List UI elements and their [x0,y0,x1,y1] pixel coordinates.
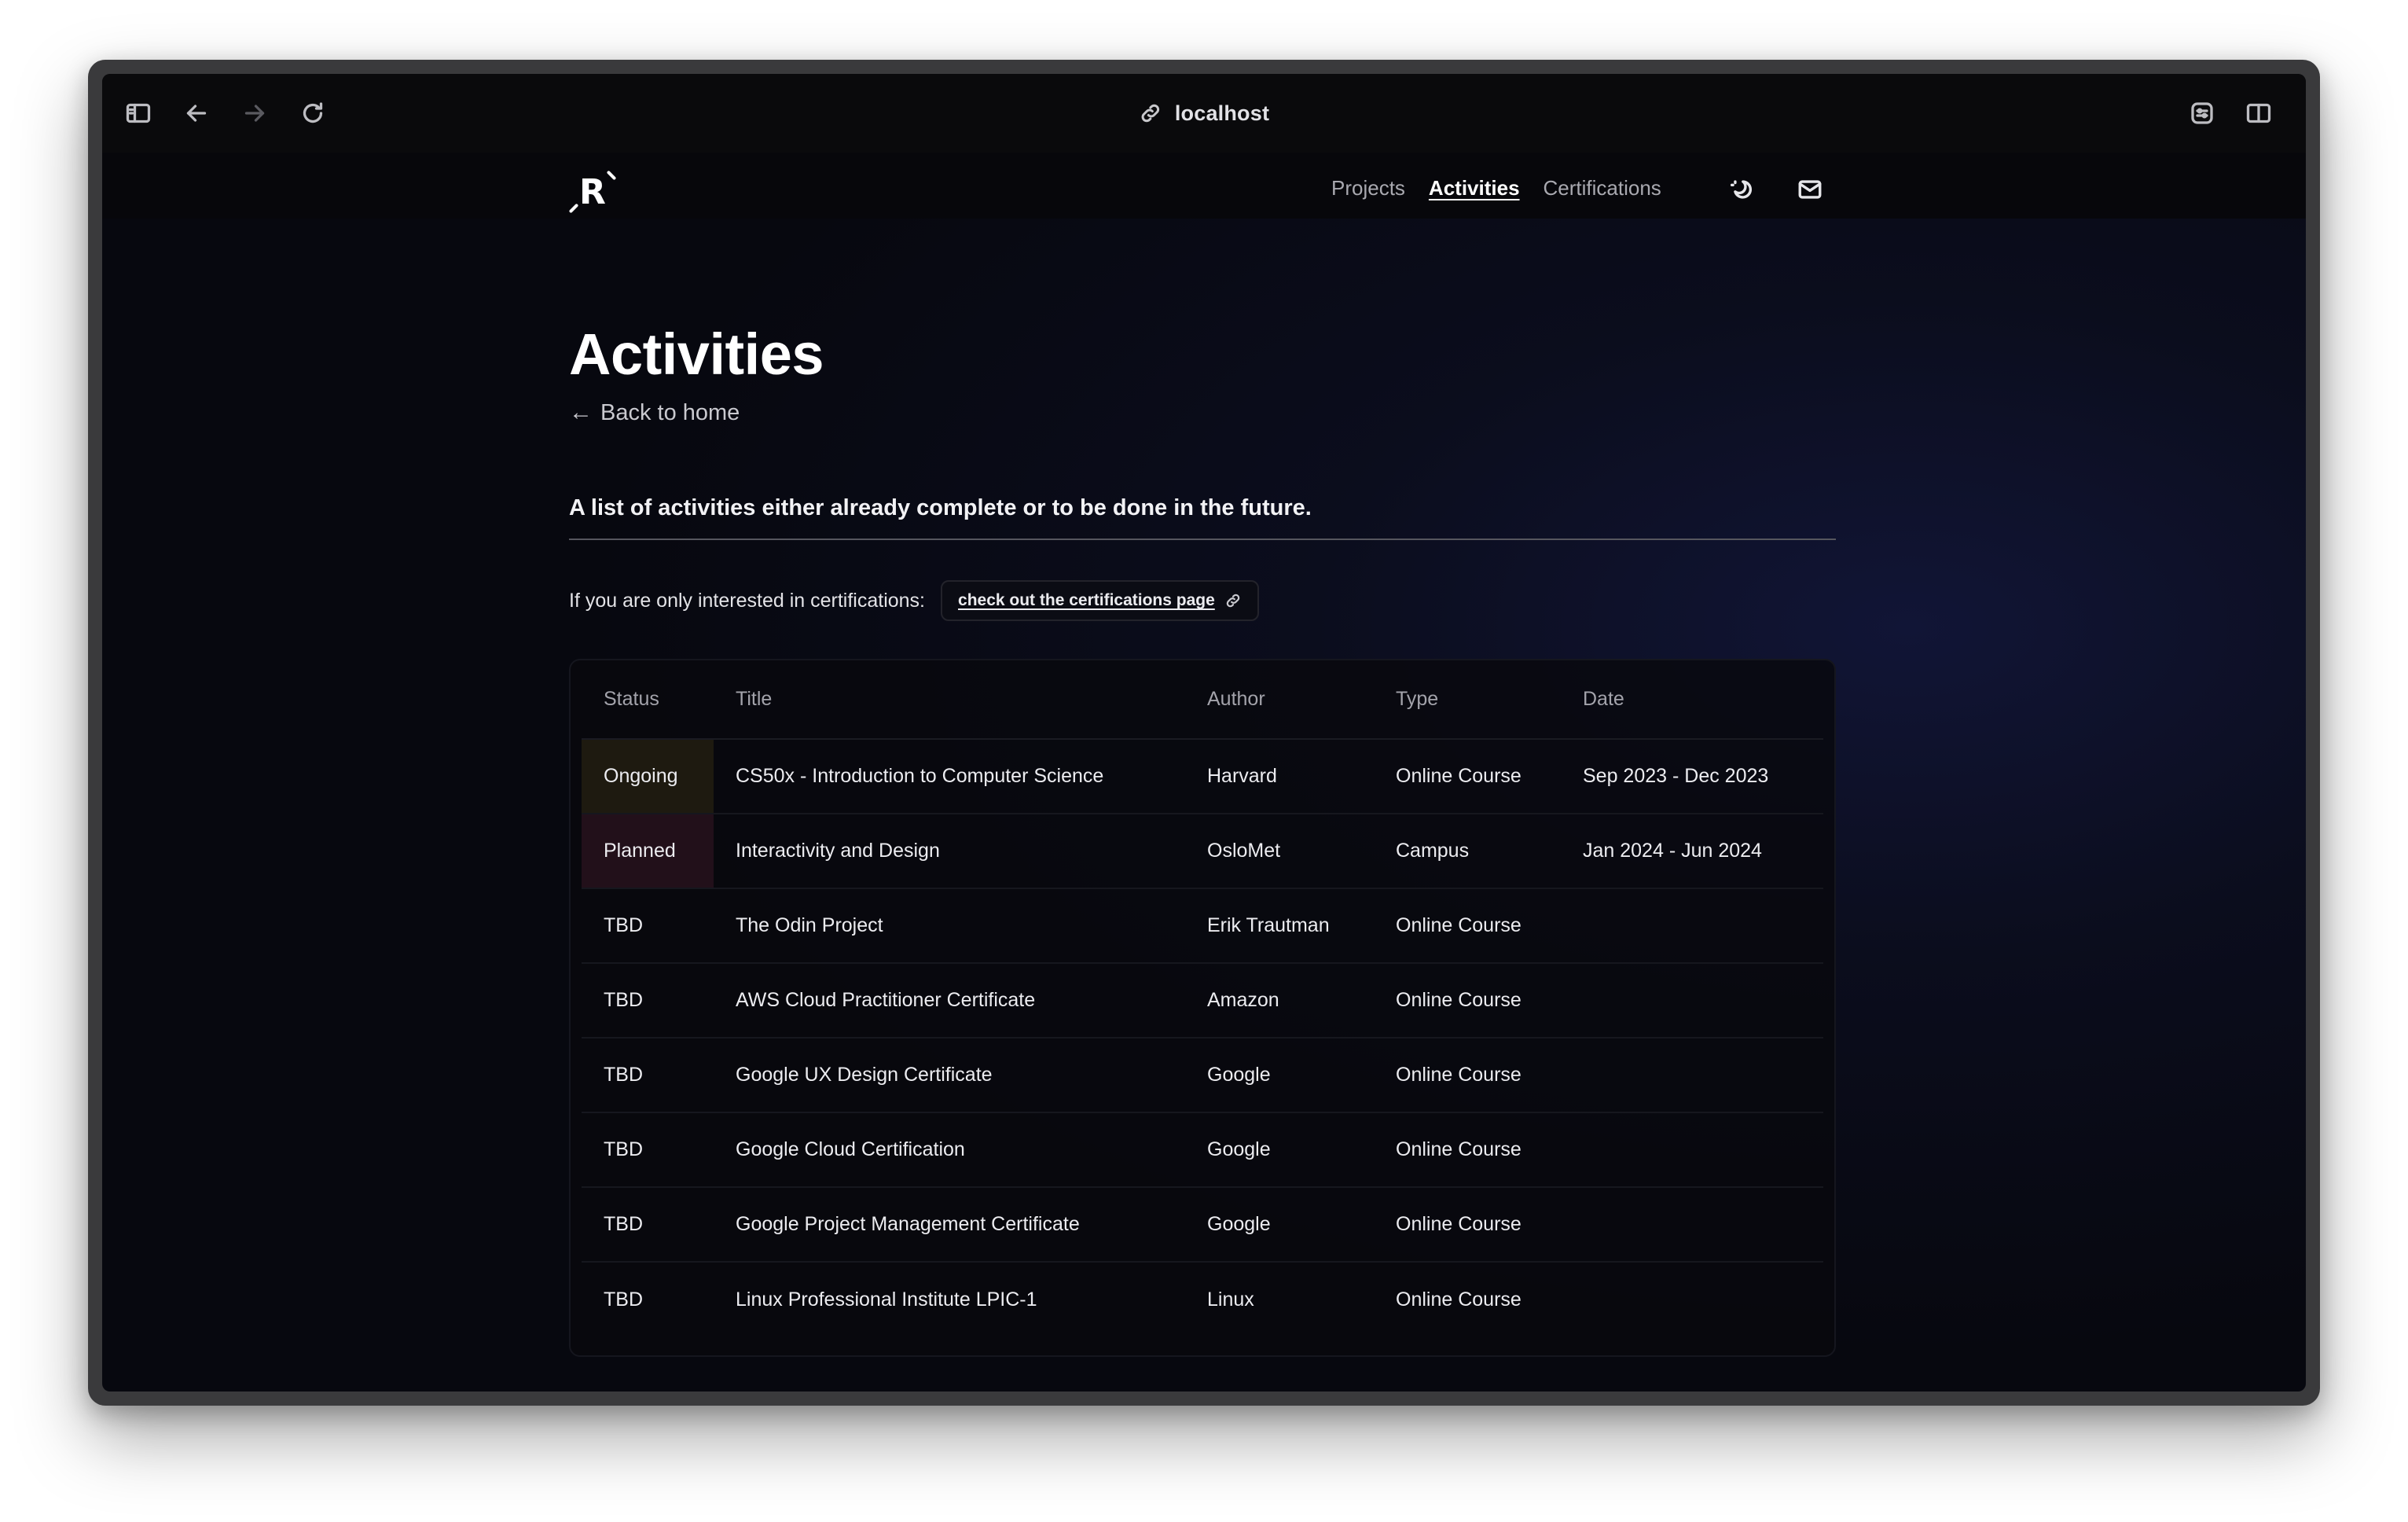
logo-tick [606,170,617,181]
status-cell: Ongoing [582,739,714,814]
address-bar[interactable]: localhost [1139,96,1269,131]
status-cell: TBD [604,1288,643,1311]
status-cell: TBD [582,888,714,964]
title-cell: Google Cloud Certification [714,1112,1185,1188]
header-type: Type [1374,660,1561,740]
nav-certifications[interactable]: Certifications [1544,176,1661,200]
status-cell: TBD [582,963,714,1039]
type-cell: Online Course [1396,1288,1522,1311]
author-cell: Linux [1207,1288,1254,1311]
header-title: Title [714,660,1185,740]
left-arrow-icon: ← [569,399,593,425]
table-row: TBD Google UX Design Certificate Google … [582,1038,1823,1113]
address-text: localhost [1174,101,1270,125]
table-row: TBD Google Project Management Certificat… [582,1187,1823,1263]
date-cell [1561,963,1823,1039]
theme-toggle-icon[interactable] [1724,173,1757,206]
main-nav: Projects Activities Certifications [1331,176,1661,200]
lead-text: A list of activities either already comp… [569,495,1836,540]
activities-table: Status Title Author Type Date Ongoing CS… [582,660,1823,1336]
type-cell: Online Course [1374,963,1561,1039]
logo-tick [568,203,579,214]
table-row: Ongoing CS50x - Introduction to Computer… [582,739,1823,814]
type-cell: Online Course [1374,739,1561,814]
table-row: TBD Linux Professional Institute LPIC-1 … [582,1262,1823,1336]
title-cell: Google UX Design Certificate [714,1038,1185,1113]
table-row: TBD AWS Cloud Practitioner Certificate A… [582,963,1823,1039]
certifications-page-link[interactable]: check out the certifications page [941,580,1259,621]
table-header-row: Status Title Author Type Date [582,660,1823,740]
title-cell: Interactivity and Design [714,814,1185,889]
author-cell: Erik Trautman [1185,888,1374,964]
browser-window: localhost R Projects Activities Certific… [88,60,2320,1406]
forward-arrow-icon[interactable] [237,96,272,131]
status-cell: TBD [582,1112,714,1188]
nav-projects[interactable]: Projects [1331,176,1405,200]
date-cell [1561,1187,1823,1263]
status-cell: TBD [582,1038,714,1113]
link-icon [1141,104,1160,123]
page-title: Activities [569,322,824,387]
browser-viewport: localhost R Projects Activities Certific… [102,74,2306,1391]
date-cell [1561,1112,1823,1188]
title-cell: CS50x - Introduction to Computer Science [714,739,1185,814]
title-cell: The Odin Project [714,888,1185,964]
cert-prompt: If you are only interested in certificat… [569,589,926,612]
table-row: Planned Interactivity and Design OsloMet… [582,814,1823,889]
date-cell: Sep 2023 - Dec 2023 [1561,739,1823,814]
browser-toolbar: localhost [102,74,2306,153]
nav-activities[interactable]: Activities [1429,176,1520,200]
table-row: TBD Google Cloud Certification Google On… [582,1112,1823,1188]
author-cell: Google [1185,1038,1374,1113]
type-cell: Online Course [1374,1187,1561,1263]
back-link-label: Back to home [600,399,740,425]
date-cell [1561,888,1823,964]
reload-icon[interactable] [295,96,330,131]
cert-link-label: check out the certifications page [958,591,1215,609]
date-cell: Jan 2024 - Jun 2024 [1561,814,1823,889]
mail-icon[interactable] [1793,173,1826,206]
header-author: Author [1185,660,1374,740]
site-logo[interactable]: R [567,167,618,217]
status-cell: TBD [582,1187,714,1263]
type-cell: Campus [1374,814,1561,889]
date-cell [1561,1262,1823,1336]
split-view-icon[interactable] [2241,96,2276,131]
title-cell: Google Project Management Certificate [714,1187,1185,1263]
sidebar-icon[interactable] [121,96,156,131]
type-cell: Online Course [1374,888,1561,964]
site-header: R Projects Activities Certifications [102,153,2306,219]
link-icon [1226,594,1240,608]
author-cell: Amazon [1185,963,1374,1039]
logo-letter: R [579,171,606,212]
certifications-callout: If you are only interested in certificat… [569,580,1259,621]
type-cell: Online Course [1374,1038,1561,1113]
back-link[interactable]: ← Back to home [569,399,740,426]
author-cell: Google [1185,1187,1374,1263]
activities-table-card: Status Title Author Type Date Ongoing CS… [569,659,1836,1357]
title-cell: Linux Professional Institute LPIC-1 [736,1288,1037,1311]
author-cell: Google [1185,1112,1374,1188]
extension-icon[interactable] [2185,96,2219,131]
back-arrow-icon[interactable] [179,96,214,131]
header-date: Date [1561,660,1823,740]
table-row: TBD The Odin Project Erik Trautman Onlin… [582,888,1823,964]
title-cell: AWS Cloud Practitioner Certificate [714,963,1185,1039]
date-cell [1561,1038,1823,1113]
header-status: Status [582,660,714,740]
author-cell: OsloMet [1185,814,1374,889]
author-cell: Harvard [1185,739,1374,814]
status-cell: Planned [582,814,714,889]
type-cell: Online Course [1374,1112,1561,1188]
